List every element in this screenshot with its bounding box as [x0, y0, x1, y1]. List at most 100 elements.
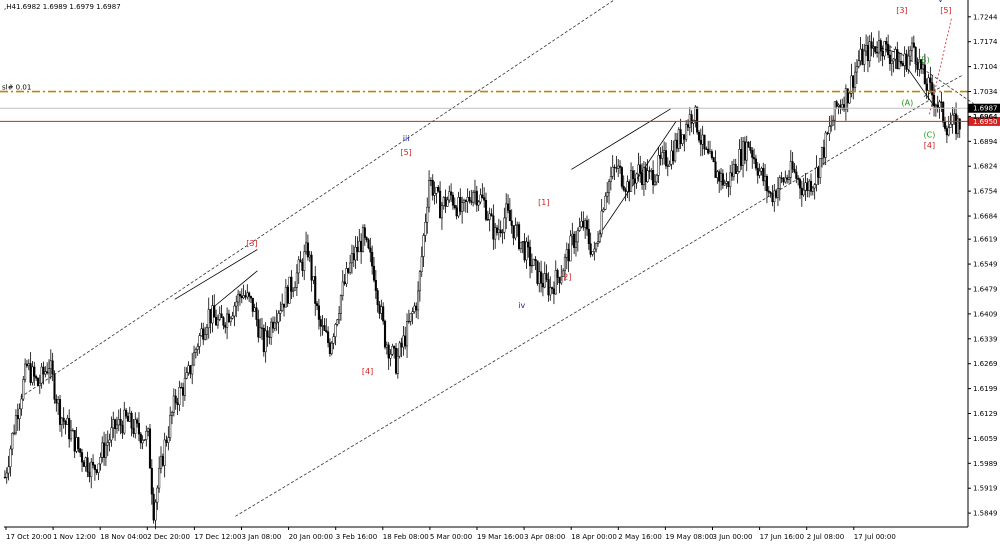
price-chart[interactable]: sl# 0.011.69871.69501.6964 [3]iii[5][4][… — [0, 0, 1000, 545]
x-tick-label: 19 Mar 16:00 — [477, 533, 524, 541]
candle-body — [369, 247, 372, 253]
candle-body — [185, 372, 188, 379]
candle-body — [729, 172, 732, 188]
candle-body — [308, 254, 311, 258]
candle-body — [204, 334, 207, 340]
candle-body — [775, 190, 778, 198]
candle-body — [453, 204, 456, 208]
candle-body — [88, 471, 91, 477]
candle-body — [435, 187, 438, 194]
candle-body — [424, 222, 427, 236]
y-tick-label: 1.6894 — [973, 138, 998, 146]
candle-body — [734, 164, 737, 174]
candle-body — [679, 129, 682, 144]
candle-body — [573, 233, 576, 248]
price-tag-label: 1.6987 — [973, 105, 998, 113]
candle-body — [95, 469, 98, 473]
candle-body — [630, 170, 633, 192]
candle-body — [530, 265, 533, 267]
wave-label: (C) — [924, 130, 936, 139]
candle-body — [268, 336, 271, 338]
wave-label: [3] — [896, 6, 907, 15]
candle-body — [297, 259, 300, 274]
candle-body — [114, 419, 117, 430]
candle-body — [552, 288, 555, 295]
candle-body — [540, 271, 543, 284]
candle-body — [389, 353, 392, 359]
x-tick-label: 20 Jan 00:00 — [289, 533, 333, 541]
candle-body — [896, 49, 899, 70]
candle-body — [270, 321, 273, 338]
candle-body — [363, 227, 366, 238]
candle-body — [760, 168, 763, 172]
candle-body — [800, 187, 803, 196]
candle-body — [437, 187, 440, 192]
candle-body — [58, 399, 62, 425]
candle-body — [833, 101, 836, 121]
candle-body — [670, 150, 673, 165]
candle-body — [762, 168, 765, 182]
candle-body — [42, 366, 45, 375]
candle-body — [857, 60, 860, 67]
candle-body — [578, 226, 581, 231]
candle-body — [466, 197, 469, 202]
candle-body — [898, 60, 901, 70]
candle-body — [771, 193, 774, 203]
candle-body — [705, 148, 708, 150]
y-tick-label: 1.6339 — [973, 335, 998, 343]
candle-body — [519, 241, 522, 249]
candle-body — [93, 464, 96, 471]
candle-body — [281, 303, 284, 311]
candle-body — [293, 287, 297, 291]
candle-body — [499, 229, 502, 234]
candle-body — [861, 48, 864, 65]
candle-body — [13, 432, 16, 434]
candle-body — [77, 437, 80, 450]
candle-body — [361, 227, 365, 252]
candle-body — [769, 191, 772, 194]
candle-body — [123, 409, 126, 434]
candle-body — [953, 113, 956, 116]
candle-body — [391, 346, 394, 355]
candle-body — [376, 290, 379, 306]
candle-body — [266, 330, 269, 338]
candle-body — [527, 241, 530, 248]
candle-body — [855, 66, 858, 73]
candle-body — [380, 306, 383, 314]
candle-body — [909, 50, 912, 57]
candle-body — [159, 455, 163, 469]
candle-body — [727, 181, 730, 188]
candle-body — [716, 171, 719, 178]
candle-body — [495, 227, 499, 233]
candle-body — [196, 346, 199, 350]
candle-body — [9, 448, 12, 468]
candle-body — [53, 373, 56, 400]
candle-body — [227, 313, 230, 323]
candle-body — [929, 77, 932, 83]
candle-body — [165, 439, 168, 443]
y-tick-label: 1.6754 — [973, 188, 998, 196]
candle-body — [126, 415, 129, 422]
candle-body — [295, 272, 298, 288]
candle-body — [811, 187, 814, 192]
candle-body — [738, 149, 741, 172]
candle-body — [251, 297, 254, 312]
candle-body — [288, 276, 291, 304]
x-tick-label: 18 Apr 00:00 — [571, 533, 617, 541]
candle-body — [211, 305, 214, 324]
candle-body — [876, 51, 879, 54]
candle-body — [330, 342, 333, 354]
x-tick-label: 2 May 16:00 — [618, 533, 662, 541]
candle-body — [301, 262, 304, 271]
x-tick-label: 1 Nov 12:00 — [53, 533, 96, 541]
candle-body — [901, 63, 904, 66]
candle-body — [505, 203, 508, 219]
candle-body — [249, 296, 253, 299]
x-tick-label: 5 Mar 00:00 — [430, 533, 472, 541]
candle-body — [132, 427, 135, 434]
candle-body — [457, 197, 460, 217]
candle-body — [237, 293, 240, 303]
candle-body — [255, 307, 258, 320]
candle-body — [795, 171, 798, 179]
candle-body — [246, 292, 249, 298]
